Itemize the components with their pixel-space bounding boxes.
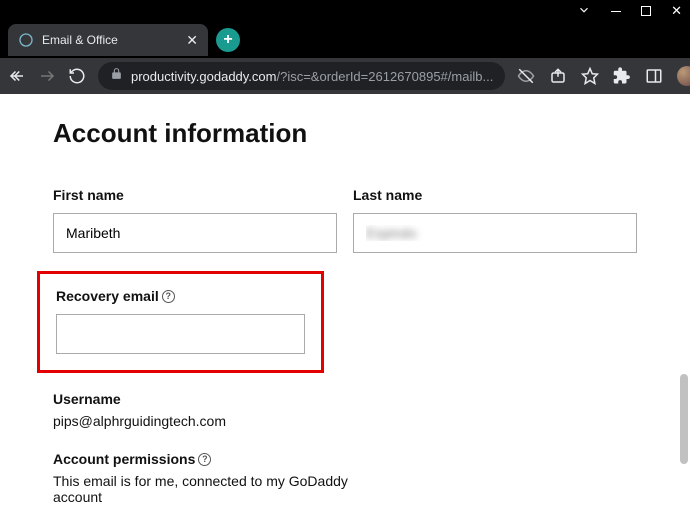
recovery-email-label: Recovery email ?	[56, 288, 175, 304]
extensions-icon[interactable]	[613, 67, 631, 85]
window-controls: ✕	[0, 0, 690, 22]
close-window-button[interactable]: ✕	[671, 3, 682, 19]
tab-title: Email & Office	[42, 33, 178, 47]
lock-icon	[110, 67, 123, 85]
recovery-email-highlight: Recovery email ?	[37, 271, 324, 373]
first-name-group: First name	[53, 187, 337, 253]
help-icon[interactable]: ?	[162, 290, 175, 303]
forward-button[interactable]	[38, 67, 56, 85]
scrollbar-thumb[interactable]	[680, 374, 688, 464]
maximize-button[interactable]	[641, 6, 651, 16]
back-button[interactable]	[8, 67, 26, 85]
permissions-value: This email is for me, connected to my Go…	[53, 473, 353, 505]
page-content-wrapper: Account information First name Last name…	[0, 94, 690, 508]
minimize-button[interactable]	[611, 11, 621, 12]
permissions-section: Account permissions ? This email is for …	[53, 451, 637, 505]
last-name-group: Last name	[353, 187, 637, 253]
username-section: Username pips@alphrguidingtech.com	[53, 391, 637, 429]
star-icon[interactable]	[581, 67, 599, 85]
tab-favicon-icon	[18, 32, 34, 48]
nav-bar: productivity.godaddy.com/?isc=&orderId=2…	[0, 58, 690, 94]
toolbar-icons: ⋮	[517, 66, 690, 86]
reload-button[interactable]	[68, 67, 86, 85]
panel-icon[interactable]	[645, 67, 663, 85]
eye-off-icon[interactable]	[517, 67, 535, 85]
tab-strip: Email & Office ✕ +	[0, 22, 690, 58]
username-value: pips@alphrguidingtech.com	[53, 413, 637, 429]
last-name-input[interactable]	[353, 213, 637, 253]
new-tab-button[interactable]: +	[216, 28, 240, 52]
profile-avatar[interactable]	[677, 66, 690, 86]
recovery-email-input[interactable]	[56, 314, 305, 354]
page-content: Account information First name Last name…	[25, 94, 665, 508]
last-name-label: Last name	[353, 187, 637, 203]
browser-tab[interactable]: Email & Office ✕	[8, 24, 208, 56]
username-label: Username	[53, 391, 637, 407]
page-title: Account information	[53, 118, 637, 149]
help-icon[interactable]: ?	[198, 453, 211, 466]
first-name-label: First name	[53, 187, 337, 203]
permissions-label: Account permissions ?	[53, 451, 211, 467]
address-bar[interactable]: productivity.godaddy.com/?isc=&orderId=2…	[98, 62, 505, 90]
tab-close-icon[interactable]: ✕	[186, 32, 198, 49]
name-row: First name Last name	[53, 187, 637, 253]
first-name-input[interactable]	[53, 213, 337, 253]
chevron-down-icon[interactable]	[577, 3, 591, 20]
url-text: productivity.godaddy.com/?isc=&orderId=2…	[131, 69, 493, 84]
share-icon[interactable]	[549, 67, 567, 85]
